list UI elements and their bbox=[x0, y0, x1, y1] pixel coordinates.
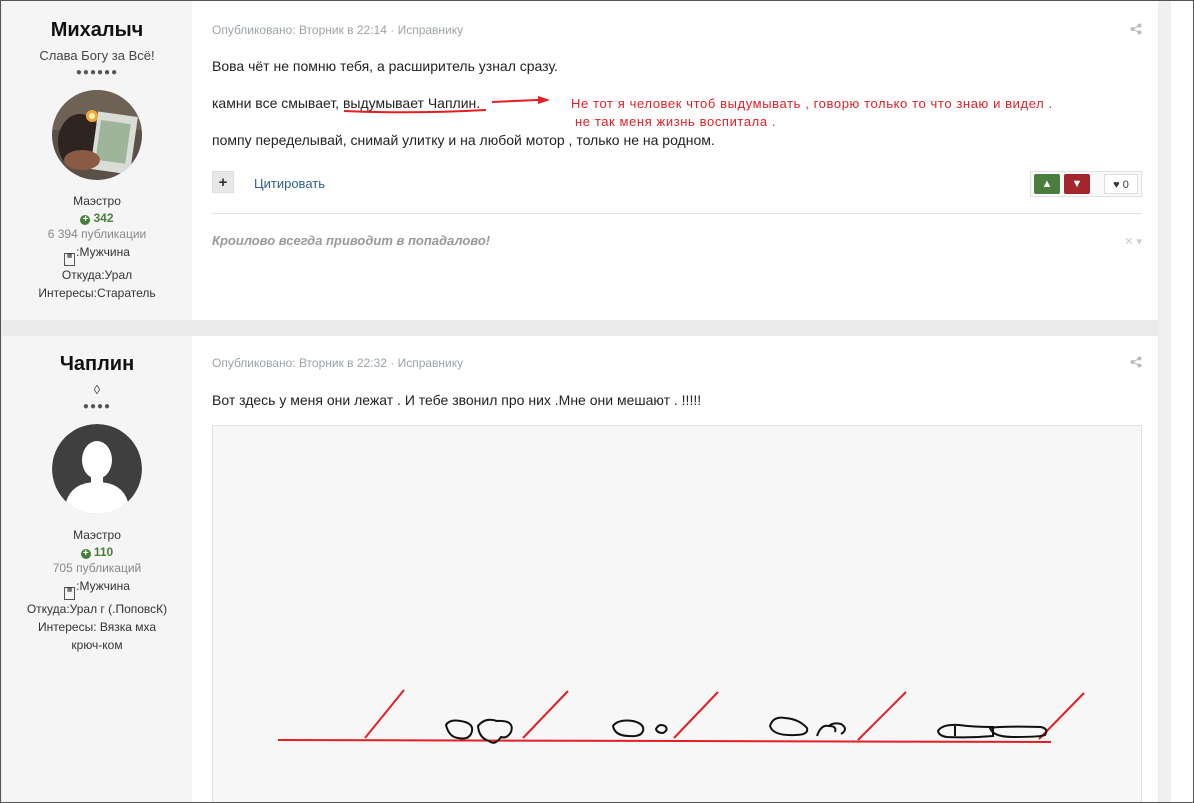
author-interests: Интересы: Вязка мха крюч-ком bbox=[37, 620, 157, 652]
rank-pips: ●●●● bbox=[82, 401, 112, 412]
author-from: Откуда:Урал bbox=[61, 268, 133, 282]
post-body: Опубликовано: Вторник в 22:32 · Исправни… bbox=[212, 336, 1142, 802]
gender-icon: ▦ bbox=[64, 253, 76, 266]
like-button[interactable]: ♥ 0 bbox=[1104, 174, 1138, 194]
author-panel: Чаплин ◊ ●●●● Маэстро +110 705 публикаци… bbox=[2, 336, 192, 802]
author-rank: Маэстро bbox=[73, 528, 121, 542]
multiquote-button[interactable]: + bbox=[212, 171, 234, 193]
author-title: ◊ bbox=[93, 382, 101, 397]
scrollbar-track[interactable] bbox=[1159, 1, 1171, 802]
post-meta: Опубликовано: Вторник в 22:14 · Исправни… bbox=[212, 23, 1142, 37]
avatar[interactable] bbox=[52, 424, 142, 514]
quote-link[interactable]: Цитировать bbox=[254, 176, 325, 191]
signature-divider bbox=[212, 213, 1142, 214]
attached-image[interactable] bbox=[212, 425, 1142, 802]
author-title: Слава Богу за Всё! bbox=[39, 48, 155, 63]
annotation-text: Не тот я человек чтоб выдумывать , говор… bbox=[571, 96, 1053, 111]
post-text-line: помпу переделывай, снимай улитку и на лю… bbox=[212, 132, 715, 148]
reputation-value: 110 bbox=[93, 545, 114, 559]
post-date[interactable]: Опубликовано: Вторник в 22:32 bbox=[212, 356, 387, 370]
page: Михалыч Слава Богу за Всё! ●●●●●● Маэстр… bbox=[0, 0, 1194, 803]
author-name[interactable]: Чаплин bbox=[2, 353, 192, 376]
arrow-down-icon[interactable]: ▼ bbox=[1064, 174, 1090, 194]
default-avatar-icon bbox=[52, 424, 142, 514]
posts-count: 705 публикаций bbox=[52, 561, 142, 575]
forum-post: Чаплин ◊ ●●●● Маэстро +110 705 публикаци… bbox=[2, 336, 1158, 802]
reputation-value: 342 bbox=[93, 211, 114, 225]
page-margin bbox=[1171, 1, 1193, 802]
post-text-line: Вот здесь у меня они лежат . И тебе звон… bbox=[212, 392, 702, 408]
author-rank: Маэстро bbox=[73, 194, 121, 208]
post-body: Опубликовано: Вторник в 22:14 · Исправни… bbox=[212, 1, 1142, 320]
reputation-badge: +342 bbox=[2, 211, 192, 225]
posts-count: 6 394 публикации bbox=[47, 227, 147, 241]
arrow-up-icon[interactable]: ▲ bbox=[1034, 174, 1060, 194]
author-name[interactable]: Михалыч bbox=[2, 19, 192, 42]
editor-link[interactable]: · Исправнику bbox=[387, 23, 463, 37]
author-gender: ▦:Мужчина bbox=[2, 577, 192, 600]
like-count: 0 bbox=[1122, 179, 1129, 191]
share-icon[interactable] bbox=[1130, 356, 1142, 371]
post-date[interactable]: Опубликовано: Вторник в 22:14 bbox=[212, 23, 387, 37]
heart-icon: ♥ bbox=[1113, 179, 1120, 191]
post-text-line: Вова чёт не помню тебя, а расширитель уз… bbox=[212, 58, 558, 74]
gender-text: :Мужчина bbox=[76, 245, 130, 259]
author-panel: Михалыч Слава Богу за Всё! ●●●●●● Маэстр… bbox=[2, 1, 192, 320]
rank-pips: ●●●●●● bbox=[75, 67, 119, 78]
red-annotation-marks bbox=[343, 96, 550, 114]
gender-icon: ▦ bbox=[64, 587, 76, 600]
author-from: Откуда:Урал г (.ПоповсК) bbox=[26, 602, 168, 616]
author-interests: Интересы:Старатель bbox=[38, 286, 156, 300]
share-icon[interactable] bbox=[1130, 23, 1142, 38]
editor-link[interactable]: · Исправнику bbox=[387, 356, 463, 370]
plus-circle-icon: + bbox=[80, 215, 91, 225]
signature: Кроилово всегда приводит в попадалово! bbox=[212, 233, 491, 248]
plus-circle-icon: + bbox=[80, 549, 91, 559]
post-meta: Опубликовано: Вторник в 22:32 · Исправни… bbox=[212, 356, 1142, 370]
forum-post: Михалыч Слава Богу за Всё! ●●●●●● Маэстр… bbox=[2, 1, 1158, 320]
sketch-drawing bbox=[277, 689, 1085, 744]
avatar[interactable] bbox=[52, 90, 142, 180]
vote-controls: ▲ ▼ ♥ 0 bbox=[1030, 171, 1142, 197]
avatar-image bbox=[52, 90, 142, 180]
gender-text: :Мужчина bbox=[76, 579, 130, 593]
close-icon[interactable]: ✕ ▾ bbox=[1124, 235, 1142, 248]
reputation-badge: +110 bbox=[2, 545, 192, 559]
annotation-text: не так меня жизнь воспитала . bbox=[575, 114, 777, 129]
author-gender: ▦:Мужчина bbox=[2, 243, 192, 266]
